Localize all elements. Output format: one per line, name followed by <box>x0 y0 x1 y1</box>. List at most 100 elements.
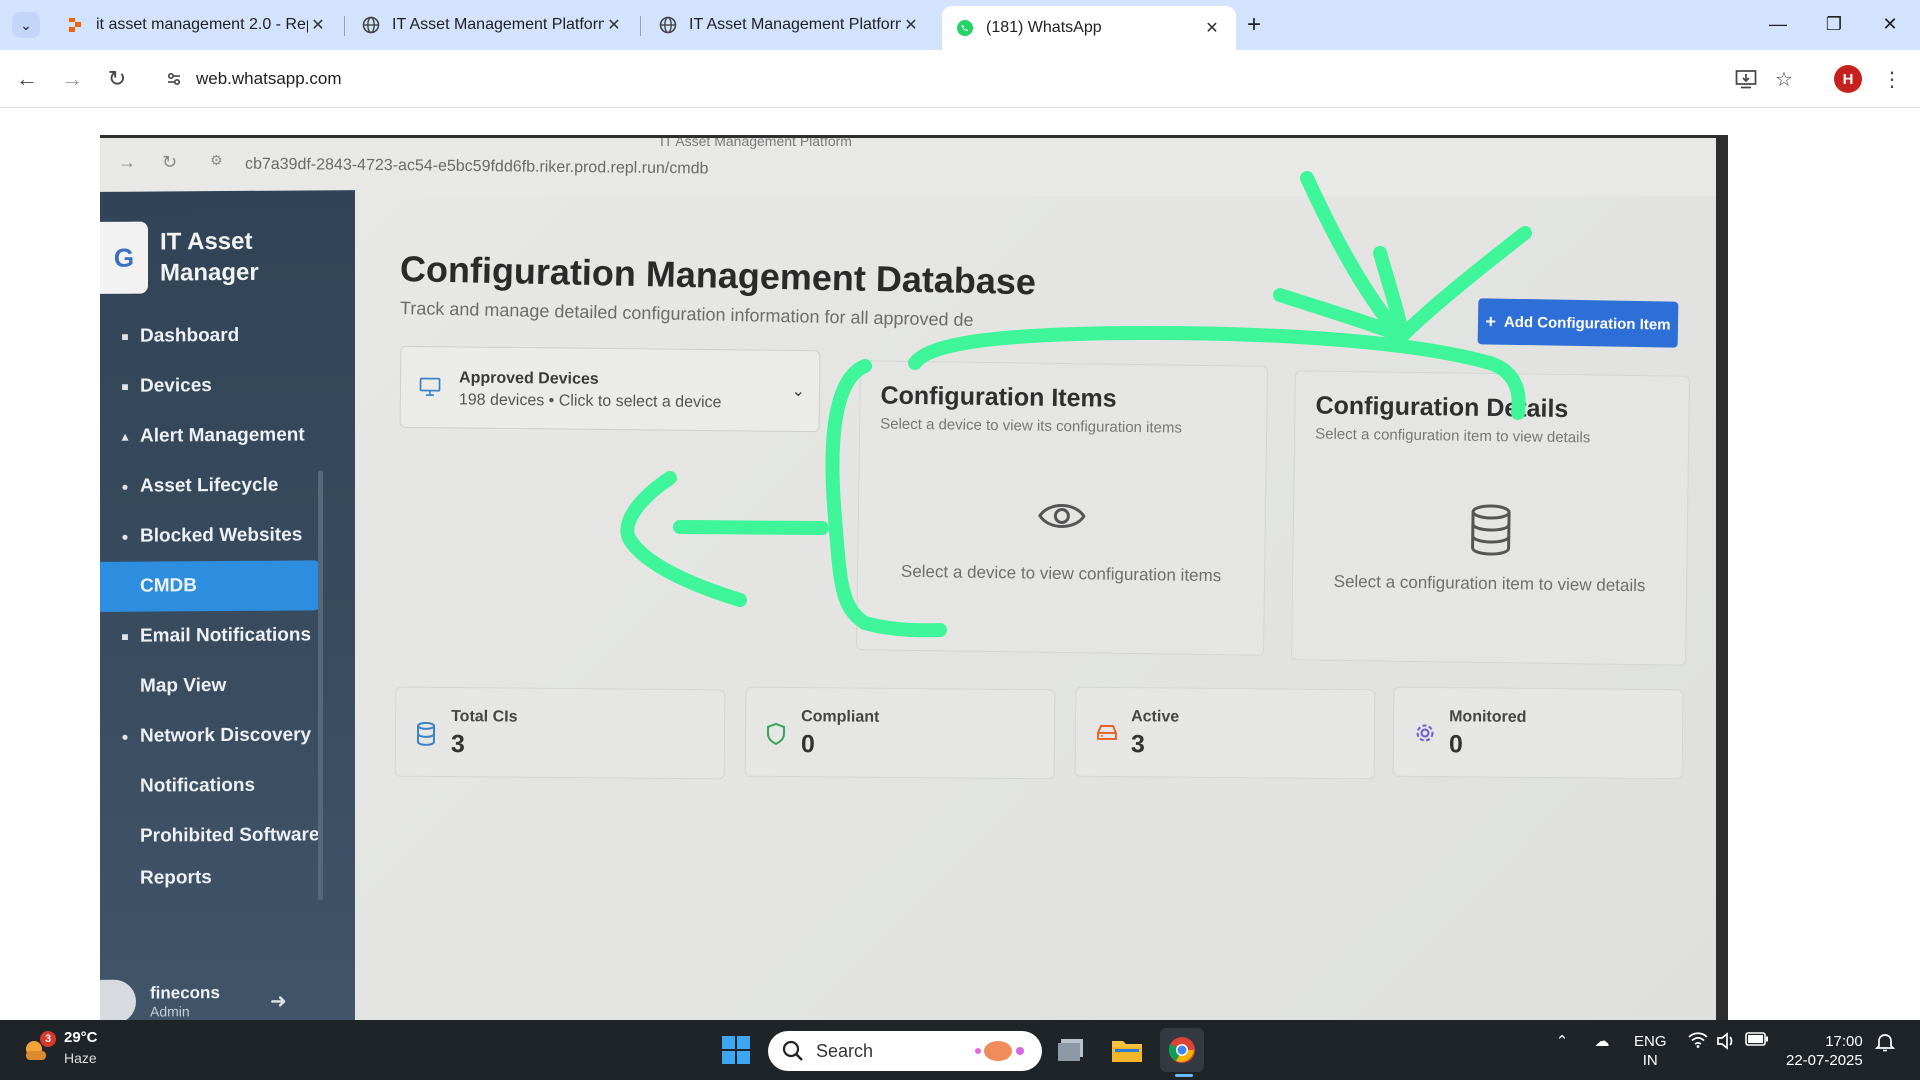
reload-button[interactable]: ↻ <box>100 62 134 96</box>
tab-it-asset-1[interactable]: IT Asset Management Platform ✕ <box>348 6 638 44</box>
configuration-items-panel: Configuration Items Select a device to v… <box>855 360 1269 656</box>
sidebar-item-label: CMDB <box>140 575 197 597</box>
back-button[interactable]: ← <box>10 62 44 96</box>
start-button[interactable] <box>714 1028 758 1072</box>
chevron-up-icon[interactable]: ⌃ <box>1552 1032 1572 1050</box>
onedrive-icon[interactable]: ☁ <box>1590 1032 1614 1050</box>
globe-icon <box>659 16 677 34</box>
file-explorer-button[interactable] <box>1105 1028 1149 1072</box>
sidebar-item-email-notifications[interactable]: ■ Email Notifications <box>100 610 320 662</box>
input-language[interactable]: ENG IN <box>1634 1032 1667 1070</box>
chrome-button[interactable] <box>1160 1028 1204 1072</box>
panel-title: Configuration Items <box>880 381 1117 413</box>
gear-icon <box>1414 722 1436 749</box>
annotation-left-arrow <box>620 471 829 607</box>
forward-button[interactable]: → <box>55 62 89 96</box>
sidebar-item-asset-lifecycle[interactable]: ● Asset Lifecycle <box>100 460 320 512</box>
system-clock[interactable]: 17:00 22-07-2025 <box>1786 1032 1863 1070</box>
site-settings-icon: ⚙ <box>210 152 223 168</box>
plus-icon: + <box>1485 310 1497 332</box>
arrow-right-icon: → <box>61 66 83 91</box>
sidebar-item-alert-management[interactable]: ▲ Alert Management <box>100 410 320 462</box>
sidebar-item-label: Devices <box>140 375 212 397</box>
notification-badge: 3 <box>40 1031 56 1047</box>
restore-button[interactable]: ❐ <box>1814 8 1854 40</box>
monitor-icon: ■ <box>121 379 129 394</box>
empty-state-text: Select a configuration item to view deta… <box>1333 571 1646 596</box>
monitor-icon <box>419 377 441 402</box>
eye-icon <box>859 496 1265 536</box>
tab-title: (181) WhatsApp <box>986 19 1102 36</box>
taskbar-search[interactable]: Search <box>768 1031 1042 1071</box>
hard-drive-icon <box>1096 722 1118 747</box>
logout-icon[interactable]: ➜ <box>270 989 287 1014</box>
sidebar-item-cmdb[interactable]: CMDB <box>100 560 320 612</box>
close-window-button[interactable]: ✕ <box>1870 8 1910 40</box>
device-select[interactable]: Approved Devices 198 devices • Click to … <box>399 345 821 433</box>
sidebar-item-label: Prohibited Software <box>140 824 320 847</box>
windows-icon <box>722 1036 750 1064</box>
sidebar-item-reports[interactable]: Reports <box>100 860 320 890</box>
tab-whatsapp[interactable]: (181) WhatsApp ✕ <box>942 6 1236 50</box>
sidebar-item-dashboard[interactable]: ■ Dashboard <box>100 310 320 362</box>
url-text: web.whatsapp.com <box>196 69 342 88</box>
brand-line-2: Manager <box>160 258 259 287</box>
sidebar-item-label: Alert Management <box>140 424 305 447</box>
weather-temp: 29°C <box>64 1029 98 1046</box>
inner-tab-title: IT Asset Management Platform <box>660 135 852 149</box>
globe-icon <box>362 16 380 34</box>
tab-it-asset-2[interactable]: IT Asset Management Platform ✕ <box>645 6 935 44</box>
sidebar-item-blocked-websites[interactable]: ● Blocked Websites <box>100 510 320 562</box>
volume-icon[interactable] <box>1714 1032 1738 1050</box>
stat-value: 0 <box>1448 730 1463 759</box>
chrome-icon <box>1168 1037 1195 1063</box>
close-icon[interactable]: ✕ <box>308 15 328 35</box>
close-icon[interactable]: ✕ <box>901 15 921 35</box>
sidebar-item-prohibited-software[interactable]: Prohibited Software <box>100 810 320 862</box>
add-configuration-item-button[interactable]: + Add Configuration Item <box>1477 298 1679 348</box>
tab-search-button[interactable]: ⌄ <box>12 12 40 38</box>
reload-icon: ↻ <box>162 152 178 172</box>
new-tab-button[interactable]: + <box>1240 11 1268 39</box>
task-view-button[interactable] <box>1050 1028 1094 1072</box>
close-icon[interactable]: ✕ <box>604 15 624 35</box>
profile-avatar[interactable]: H <box>1834 65 1862 93</box>
stat-compliant: Compliant 0 <box>744 686 1056 780</box>
address-bar[interactable]: web.whatsapp.com <box>150 59 1740 99</box>
bell-icon <box>120 779 130 795</box>
battery-icon[interactable] <box>1744 1032 1770 1046</box>
brand-line-1: IT Asset <box>160 227 253 256</box>
install-app-icon[interactable] <box>1730 63 1762 95</box>
site-settings-icon[interactable] <box>162 67 186 91</box>
whatsapp-icon <box>956 19 974 37</box>
weather-widget[interactable]: 3 29°C Haze <box>22 1028 98 1068</box>
more-menu-icon[interactable]: ⋮ <box>1876 63 1908 95</box>
wifi-icon[interactable] <box>1686 1032 1710 1048</box>
bookmark-star-icon[interactable]: ☆ <box>1768 63 1800 95</box>
language-line-2: IN <box>1642 1052 1658 1069</box>
add-button-label: Add Configuration Item <box>1503 313 1671 334</box>
panel-title: Configuration Details <box>1315 391 1569 424</box>
dashboard-icon: ■ <box>121 329 129 344</box>
page-subtitle: Track and manage detailed configuration … <box>399 298 974 331</box>
stat-total-cis: Total CIs 3 <box>394 686 726 780</box>
minimize-button[interactable]: — <box>1758 8 1798 40</box>
tab-replit[interactable]: it asset management 2.0 - Repli ✕ <box>52 6 342 44</box>
sidebar-item-devices[interactable]: ■ Devices <box>100 360 320 412</box>
sidebar-item-label: Dashboard <box>140 324 240 347</box>
minimize-icon: — <box>1769 13 1787 34</box>
notification-center-icon[interactable] <box>1872 1032 1898 1052</box>
sidebar-item-map-view[interactable]: Map View <box>100 660 320 712</box>
sidebar-item-network-discovery[interactable]: ● Network Discovery <box>100 710 320 762</box>
browser-toolbar: ← → ↻ web.whatsapp.com ☆ H ⋮ <box>0 50 1920 108</box>
stat-monitored: Monitored 0 <box>1392 686 1684 780</box>
map-icon <box>120 679 130 695</box>
sidebar-item-notifications[interactable]: Notifications <box>100 760 320 812</box>
sidebar-item-label: Map View <box>140 675 227 697</box>
sidebar-scrollbar[interactable] <box>318 470 323 901</box>
close-icon[interactable]: ✕ <box>1202 18 1222 38</box>
sidebar-item-label: Email Notifications <box>140 624 312 647</box>
arrow-left-icon: ← <box>16 66 38 91</box>
user-name: finecons <box>150 983 220 1003</box>
lifecycle-icon: ● <box>121 479 129 494</box>
